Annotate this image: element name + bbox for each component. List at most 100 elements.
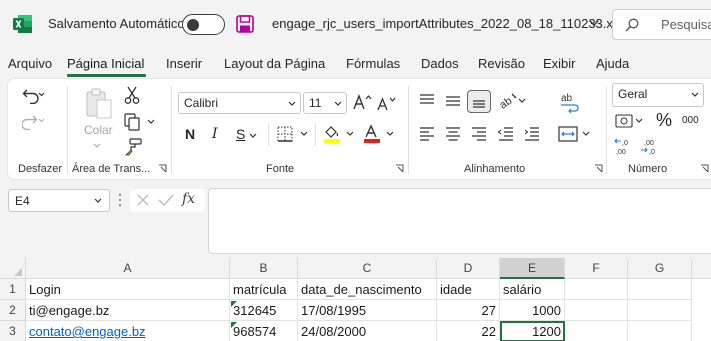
launcher-icon[interactable] [395,164,404,173]
excel-logo-icon [13,15,32,33]
svg-text:,00: ,00 [644,140,654,147]
decrease-indent-icon[interactable] [497,126,515,142]
increase-font-size-icon[interactable] [352,93,372,111]
group-label-undo: Desfazer [18,163,63,175]
cell-c3[interactable]: 24/08/2000 [298,321,437,341]
chevron-down-icon[interactable] [248,131,258,141]
align-left-icon[interactable] [418,126,436,142]
format-painter-icon[interactable] [124,138,142,156]
cut-icon[interactable] [124,86,140,104]
column-header-f[interactable]: F [565,258,628,279]
underline-button[interactable]: S [236,126,245,142]
cell-d3[interactable]: 22 [437,321,500,341]
paste-label[interactable]: Colar [84,123,113,137]
cell-b3[interactable]: 968574 [230,321,298,341]
italic-button[interactable]: I [212,126,218,142]
cell-a1[interactable]: Login [26,279,230,300]
row-header-2[interactable]: 2 [0,300,26,321]
column-header-a[interactable]: A [26,258,230,279]
column-header-e[interactable]: E [500,258,565,279]
save-icon[interactable] [236,15,254,33]
align-top-icon[interactable] [418,93,436,109]
decrease-font-size-icon[interactable] [376,95,396,111]
cell-d2[interactable]: 27 [437,300,500,321]
align-right-icon[interactable] [470,126,488,142]
align-middle-icon[interactable] [444,93,462,109]
cell-g3[interactable] [628,321,692,341]
cancel-icon[interactable] [136,193,150,207]
enter-icon[interactable] [158,193,174,207]
insert-function-button[interactable]: fx [182,191,195,207]
chevron-down-icon[interactable] [588,17,600,29]
cell-b2[interactable]: 312645 [230,300,298,321]
cell-f3[interactable] [565,321,628,341]
align-bottom-button[interactable] [467,90,491,113]
increase-indent-icon[interactable] [523,126,541,142]
toggle-knob [187,18,199,31]
column-header-c[interactable]: C [298,258,437,279]
font-size-select[interactable]: 11 [303,92,347,114]
decrease-decimal-icon[interactable]: ,00 ,0 [640,137,662,157]
fill-color-icon[interactable] [322,124,358,144]
column-header-h[interactable] [692,258,711,279]
tab-pagina-inicial[interactable]: Página Inicial [67,56,144,71]
launcher-icon[interactable] [700,164,709,173]
cell-b1[interactable]: matrícula [230,279,298,300]
search-input[interactable]: Pesquisa [661,17,711,32]
autosave-label: Salvamento Automático [48,16,185,31]
cell-e1[interactable]: salário [500,279,565,300]
cell-g2[interactable] [628,300,692,321]
wrap-text-icon[interactable]: ab [559,92,581,114]
cell-f1[interactable] [565,279,628,300]
cell-f2[interactable] [565,300,628,321]
row-header-1[interactable]: 1 [0,279,26,300]
file-name[interactable]: engage_rjc_users_importAttributes_2022_0… [272,16,629,31]
tab-revisao[interactable]: Revisão [478,56,525,71]
borders-icon[interactable] [276,125,312,143]
percent-style-button[interactable]: % [656,110,672,131]
tab-dados[interactable]: Dados [421,56,459,71]
tab-layout-da-pagina[interactable]: Layout da Página [224,56,325,71]
tab-arquivo[interactable]: Arquivo [8,56,52,71]
comma-style-button[interactable]: 000 [682,115,699,126]
redo-icon[interactable] [22,112,44,130]
font-color-icon[interactable] [362,124,398,144]
row-header-3[interactable]: 3 [0,321,26,341]
tab-ajuda[interactable]: Ajuda [596,56,629,71]
tab-exibir[interactable]: Exibir [543,56,576,71]
orientation-icon[interactable]: ab [497,90,529,112]
chevron-down-icon[interactable] [92,141,102,151]
tab-formulas[interactable]: Fórmulas [346,56,400,71]
search-box[interactable]: Pesquisa [612,9,711,40]
align-center-icon[interactable] [444,126,462,142]
paste-icon[interactable] [84,88,114,120]
tab-inserir[interactable]: Inserir [166,56,202,71]
formula-input[interactable] [208,188,711,254]
column-header-b[interactable]: B [230,258,298,279]
more-options-icon[interactable] [117,192,123,208]
cell-g1[interactable] [628,279,692,300]
cell-c2[interactable]: 17/08/1995 [298,300,437,321]
launcher-icon[interactable] [594,164,603,173]
name-box[interactable]: E4 [8,189,110,212]
cell-a3-link[interactable]: contato@engage.bz [26,321,230,341]
undo-icon[interactable] [22,86,44,104]
increase-decimal-icon[interactable]: ,0 ,00 [614,137,636,157]
autosave-toggle[interactable] [182,14,225,35]
cell-c1[interactable]: data_de_nascimento [298,279,437,300]
column-header-g[interactable]: G [628,258,692,279]
accounting-format-icon[interactable] [614,112,646,130]
cell-a2[interactable]: ti@engage.bz [26,300,230,321]
column-header-d[interactable]: D [437,258,500,279]
cell-e2[interactable]: 1000 [500,300,565,321]
cell-d1[interactable]: idade [437,279,500,300]
number-format-select[interactable]: Geral [612,83,704,107]
copy-icon[interactable] [124,113,156,131]
select-all-button[interactable] [0,258,26,279]
name-box-value: E4 [15,194,30,208]
chevron-down-icon[interactable] [93,196,103,206]
merge-center-icon[interactable] [557,124,593,144]
font-name-select[interactable]: Calibri [178,92,301,114]
bold-button[interactable]: N [185,126,195,142]
launcher-icon[interactable] [158,164,167,173]
